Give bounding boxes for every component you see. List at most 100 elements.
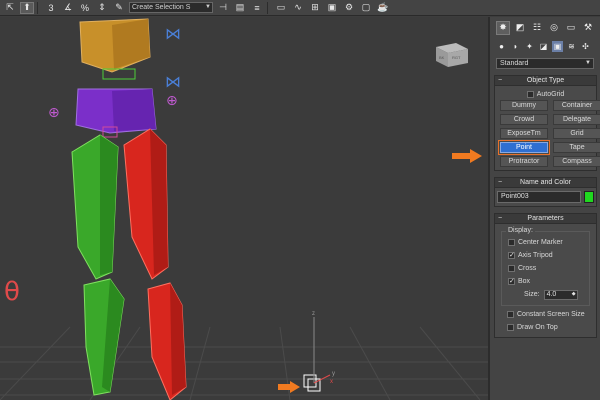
helpers-icon[interactable]: ▣ <box>552 41 563 52</box>
display-tab-icon[interactable]: ▭ <box>564 21 578 35</box>
grid-button[interactable]: Grid <box>553 128 600 139</box>
lights-icon[interactable]: ✦ <box>524 41 535 52</box>
select-move-icon[interactable]: ⇱ <box>3 2 17 14</box>
delegate-button[interactable]: Delegate <box>553 114 600 125</box>
schematic-icon[interactable]: ⊞ <box>308 2 322 14</box>
head-bone[interactable] <box>79 18 151 73</box>
autogrid-row[interactable]: AutoGrid <box>498 89 593 100</box>
parameters-header[interactable]: − Parameters <box>495 214 596 224</box>
axis-tripod-checkbox[interactable]: ✓ <box>508 251 515 259</box>
shapes-icon[interactable]: ◗ <box>510 41 521 52</box>
box-label: Box <box>518 278 531 285</box>
foot-handle[interactable]: θ <box>4 277 20 307</box>
object-type-rollout: − Object Type AutoGrid Dummy Container C… <box>494 75 600 171</box>
name-color-title: Name and Color <box>520 179 571 186</box>
dummy-button[interactable]: Dummy <box>500 100 548 111</box>
right-shin-bone[interactable] <box>147 282 187 400</box>
viewcube[interactable]: BK RGT <box>436 43 468 67</box>
parameters-rollout: − Parameters Display: Center Marker ✓ Axi… <box>494 213 597 338</box>
crowd-button[interactable]: Crowd <box>500 114 548 125</box>
layer-icon[interactable]: ≡ <box>250 2 264 14</box>
constant-screen-size-checkbox[interactable] <box>507 310 514 318</box>
size-row: Size: 4.0 ◆ <box>508 288 585 301</box>
command-panel-tabs: ✸ ◩ ☷ ◎ ▭ ⚒ <box>490 17 600 38</box>
x-axis-label: x <box>330 379 333 385</box>
selection-set-text: Create Selection S <box>132 4 191 11</box>
spinner-snap-icon[interactable]: ⇕ <box>95 2 109 14</box>
grid <box>0 326 488 400</box>
viewcube-left-label: BK <box>439 55 445 60</box>
draw-on-top-option[interactable]: Draw On Top <box>498 321 593 334</box>
selection-set-dropdown[interactable]: Create Selection S ▼ <box>129 2 213 13</box>
render-setup-icon[interactable]: ⚙ <box>342 2 356 14</box>
viewcube-right-label: RGT <box>452 55 461 60</box>
center-marker-option[interactable]: Center Marker <box>508 236 585 249</box>
draw-on-top-checkbox[interactable] <box>507 323 514 331</box>
collapse-icon: − <box>498 179 503 186</box>
edit-named-selection-icon[interactable]: ✎ <box>112 2 126 14</box>
point-helper[interactable] <box>303 317 331 392</box>
parameters-title: Parameters <box>527 215 564 222</box>
cameras-icon[interactable]: ◪ <box>538 41 549 52</box>
helper-type-value: Standard <box>500 60 529 67</box>
hierarchy-tab-icon[interactable]: ☷ <box>530 21 544 35</box>
constant-screen-size-label: Constant Screen Size <box>517 311 585 318</box>
constant-screen-size-option[interactable]: Constant Screen Size <box>498 308 593 321</box>
point-button[interactable]: Point <box>498 140 550 155</box>
scene-explorer-icon[interactable]: ▭ <box>274 2 288 14</box>
name-color-header[interactable]: − Name and Color <box>495 178 596 188</box>
systems-icon[interactable]: ✣ <box>580 41 591 52</box>
angle-snap-icon[interactable]: ∡ <box>61 2 75 14</box>
spine-handle-upper[interactable]: ⋈ <box>165 24 181 43</box>
size-spinner[interactable]: 4.0 ◆ <box>543 289 578 300</box>
spine-handle-lower[interactable]: ⋈ <box>165 72 181 91</box>
compass-button[interactable]: Compass <box>553 156 600 167</box>
material-editor-icon[interactable]: ▣ <box>325 2 339 14</box>
cross-label: Cross <box>518 265 537 272</box>
mirror-icon[interactable]: ⊣ <box>216 2 230 14</box>
modify-tab-icon[interactable]: ◩ <box>513 21 527 35</box>
align-icon[interactable]: ▤ <box>233 2 247 14</box>
snap-toggle-icon[interactable]: ⬆ <box>20 1 34 14</box>
collapse-icon: − <box>498 77 503 84</box>
space-warps-icon[interactable]: ≋ <box>566 41 577 52</box>
autogrid-checkbox[interactable] <box>526 90 534 98</box>
pelvis-bone[interactable] <box>75 88 157 134</box>
size-value: 4.0 <box>546 290 557 298</box>
object-type-header[interactable]: − Object Type <box>495 76 596 86</box>
box-option[interactable]: ✓ Box <box>508 275 585 288</box>
percent-snap-icon[interactable]: % <box>78 2 92 14</box>
utilities-tab-icon[interactable]: ⚒ <box>581 21 595 35</box>
motion-tab-icon[interactable]: ◎ <box>547 21 561 35</box>
object-color-swatch[interactable] <box>584 191 594 203</box>
geometry-icon[interactable]: ● <box>496 41 507 52</box>
box-checkbox[interactable]: ✓ <box>508 277 515 285</box>
snap-3-icon[interactable]: 3 <box>44 2 58 14</box>
display-group: Display: Center Marker ✓ Axis Tripod Cros… <box>501 227 590 306</box>
cross-option[interactable]: Cross <box>508 262 585 275</box>
object-name-field[interactable]: Point003 <box>497 191 582 203</box>
toolbar-separator <box>37 1 38 14</box>
center-marker-checkbox[interactable] <box>508 238 515 246</box>
perspective-viewport[interactable]: ⊕ ⊕ ⋈ ⋈ θ z y x BK RGT <box>0 17 488 400</box>
protractor-button[interactable]: Protractor <box>500 156 548 167</box>
helper-type-dropdown[interactable]: Standard ▼ <box>496 58 594 69</box>
create-tab-icon[interactable]: ✸ <box>496 20 510 35</box>
right-hip-handle[interactable]: ⊕ <box>166 93 178 109</box>
axis-tripod-option[interactable]: ✓ Axis Tripod <box>508 249 585 262</box>
render-frame-icon[interactable]: ▢ <box>359 2 373 14</box>
curve-editor-icon[interactable]: ∿ <box>291 2 305 14</box>
spinner-arrows-icon[interactable]: ◆ <box>572 290 576 298</box>
left-thigh-bone[interactable] <box>71 134 119 280</box>
tape-button[interactable]: Tape <box>553 142 600 153</box>
render-icon[interactable]: ☕ <box>376 2 390 14</box>
viewport-scene: ⊕ ⊕ ⋈ ⋈ θ z y x BK RGT <box>0 18 488 400</box>
exposetm-button[interactable]: ExposeTm <box>500 128 548 139</box>
right-thigh-bone[interactable] <box>123 128 169 280</box>
name-color-rollout: − Name and Color Point003 <box>494 177 597 207</box>
left-shin-bone[interactable] <box>83 278 125 396</box>
left-hip-handle[interactable]: ⊕ <box>48 105 60 121</box>
container-button[interactable]: Container <box>553 100 600 111</box>
cross-checkbox[interactable] <box>508 264 515 272</box>
chevron-down-icon: ▼ <box>585 60 591 66</box>
